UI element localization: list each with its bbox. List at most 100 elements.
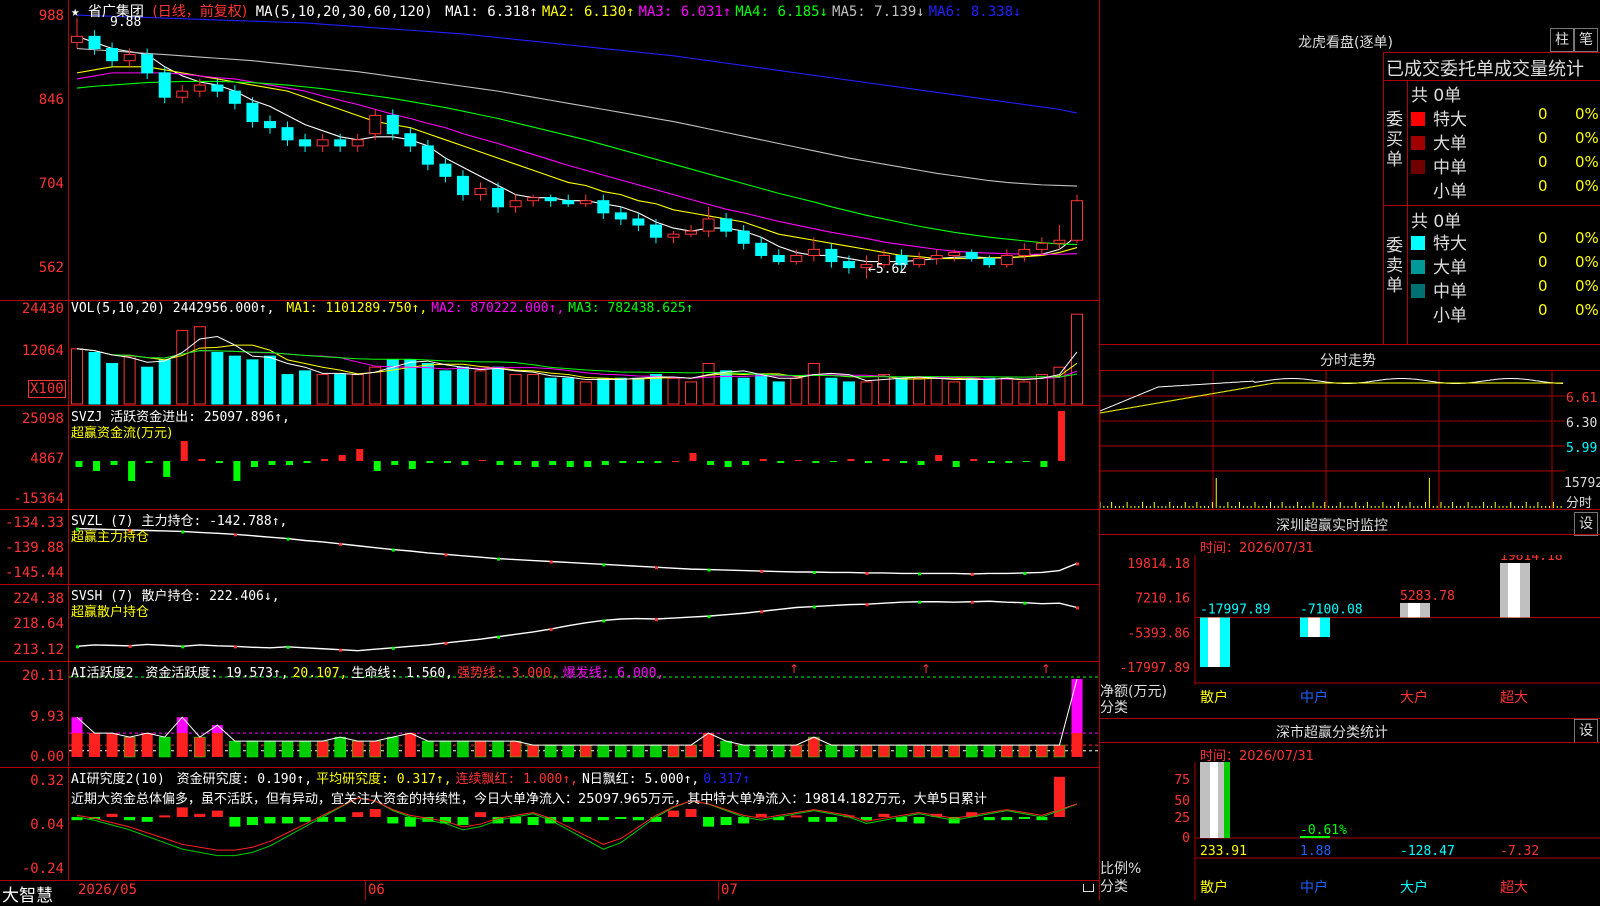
active-bar	[439, 740, 452, 758]
app-name: 大智慧	[2, 886, 53, 906]
active-bar	[351, 740, 364, 758]
holding-point	[128, 644, 132, 648]
svzl-panel[interactable]: -134.33 -139.88 -145.44 SVZL (7) 主力持仓: -…	[0, 509, 1099, 585]
ma-value: MA3: 6.031↑	[638, 4, 732, 20]
candlestick-chart[interactable]	[69, 0, 1099, 300]
ma-value: MA4: 6.185↓	[735, 4, 829, 20]
active-bar	[667, 744, 680, 758]
intraday-chart[interactable]	[1100, 371, 1565, 509]
holding-point	[1076, 606, 1079, 610]
active-bar	[1018, 744, 1031, 758]
holding-point	[602, 563, 606, 567]
xaxis-label: 2026/05	[78, 882, 138, 898]
volume-bar	[1018, 381, 1031, 405]
flow-bar	[145, 461, 153, 463]
research-bar	[141, 817, 153, 822]
volume-bar	[228, 355, 241, 405]
candle-body	[597, 200, 610, 214]
ai-research-panel[interactable]: 0.32 0.04 -0.24 AI研究度2(10) 资金研究度: 0.190↑…	[0, 767, 1099, 881]
active-bar	[1053, 744, 1066, 758]
monitor-chart[interactable]: 19814.18 7210.16 -5393.86 -17997.89 -17997.8…	[1100, 555, 1600, 720]
vol-ma-line	[76, 344, 1078, 381]
monitor-value-label: 19814.18	[1500, 555, 1563, 564]
flow-bar	[566, 461, 574, 467]
active-bar	[211, 733, 223, 757]
flow-bar	[1057, 411, 1065, 461]
active-bar	[457, 740, 469, 758]
kline-ylabel: 562	[38, 260, 64, 276]
candle-body	[456, 175, 469, 196]
active-bar	[123, 736, 136, 758]
ma-value: MA6: 8.338↓	[928, 4, 1022, 20]
vol-ma-value: MA3: 782438.625↑	[568, 301, 694, 316]
active-bar	[474, 740, 487, 758]
monitor-settings-button[interactable]: 设	[1574, 512, 1598, 536]
candle-body	[299, 139, 312, 147]
volume-bar	[474, 370, 487, 405]
monitor-category: 超大	[1500, 690, 1528, 706]
order-pct: 0%	[1575, 253, 1599, 271]
ai-active-value: 生命线: 1.560,	[351, 666, 454, 681]
candle-body	[913, 258, 926, 266]
candle-body	[88, 35, 101, 50]
holding-point	[602, 619, 606, 623]
research-bar	[211, 810, 223, 817]
holding-point	[76, 645, 79, 649]
tick-mode-button[interactable]: 笔	[1574, 28, 1598, 52]
chart-area[interactable]: 988 846 704 562 ★ 省广集团 (日线，前复权) MA(5,10,…	[0, 0, 1100, 906]
ma-line-6	[76, 14, 1078, 114]
right-sidebar: 龙虎看盘(逐单) 柱 笔 已成交委托单成交量统计 委买单 委卖单 共 0单 共 …	[1100, 0, 1600, 900]
volume-bar	[930, 377, 943, 405]
active-bar	[860, 744, 873, 758]
ai-active-panel[interactable]: 20.11 9.93 0.00 ↑ ↑ ↑ AI活跃度2 资金活跃度: 19.573…	[0, 661, 1099, 768]
holding-point	[865, 571, 869, 575]
volume-bar	[948, 381, 961, 405]
favorite-star-icon[interactable]: ★	[71, 4, 79, 20]
svsh-panel[interactable]: 224.38 218.64 213.12 SVSH (7) 散户持仓: 222.…	[0, 584, 1099, 662]
svzj-line2: 超赢资金流(万元)	[71, 426, 173, 441]
flow-bar	[514, 461, 522, 465]
flow-bar	[215, 461, 223, 463]
active-bar-top	[176, 717, 188, 733]
flow-bar	[93, 461, 101, 471]
research-bar	[685, 808, 697, 817]
active-bar	[1036, 744, 1048, 758]
period-label[interactable]: (日线，前复权)	[152, 4, 247, 20]
flow-bar	[777, 461, 785, 463]
flow-bar	[338, 455, 346, 461]
svzj-panel[interactable]: 25098 4867 -15364 SVZJ 活跃资金进出: 25097.896…	[0, 405, 1099, 510]
ai-active-ylabel: 20.11	[21, 668, 64, 684]
vol-ma-value: MA2: 870222.000↑,	[431, 301, 565, 316]
classify-settings-button[interactable]: 设	[1574, 719, 1598, 743]
active-bar	[562, 744, 574, 758]
research-bar	[983, 817, 995, 821]
classify-bar	[1200, 762, 1230, 838]
volume-bar	[913, 377, 926, 405]
active-bar	[527, 744, 539, 758]
active-bar	[948, 744, 960, 758]
volume-panel[interactable]: 24430 12064 X100 VOL(5,10,20) 2442956.00…	[0, 300, 1099, 406]
candle-body	[351, 139, 364, 147]
order-count: 0	[1538, 105, 1548, 123]
bar-mode-button[interactable]: 柱	[1550, 28, 1574, 52]
lock-icon[interactable]	[1083, 884, 1094, 892]
candle-body	[211, 84, 224, 92]
vol-ma-line	[76, 336, 1078, 382]
candle-body	[807, 248, 820, 256]
volume-bar	[685, 381, 698, 405]
flow-bar	[408, 461, 416, 469]
kline-panel[interactable]: 988 846 704 562 ★ 省广集团 (日线，前复权) MA(5,10,…	[0, 0, 1099, 301]
candle-body	[474, 188, 487, 196]
research-bar	[825, 817, 837, 822]
volume-bar	[456, 366, 469, 405]
svzl-ylabel: -134.33	[4, 515, 64, 531]
order-color-swatch	[1411, 308, 1425, 322]
research-bar	[159, 815, 171, 818]
active-bar	[580, 744, 592, 758]
classify-chart[interactable]: 75 50 25 0 -0.61% 233.91 散户 1.88 中户 -128.47 大户 -7.3…	[1100, 762, 1600, 900]
research-bar	[475, 812, 487, 817]
order-row: 大单	[1411, 253, 1467, 278]
holding-point	[1023, 571, 1027, 575]
holding-point	[707, 568, 711, 572]
ai-active-value: 资金活跃度: 19.573↑,	[145, 666, 289, 681]
